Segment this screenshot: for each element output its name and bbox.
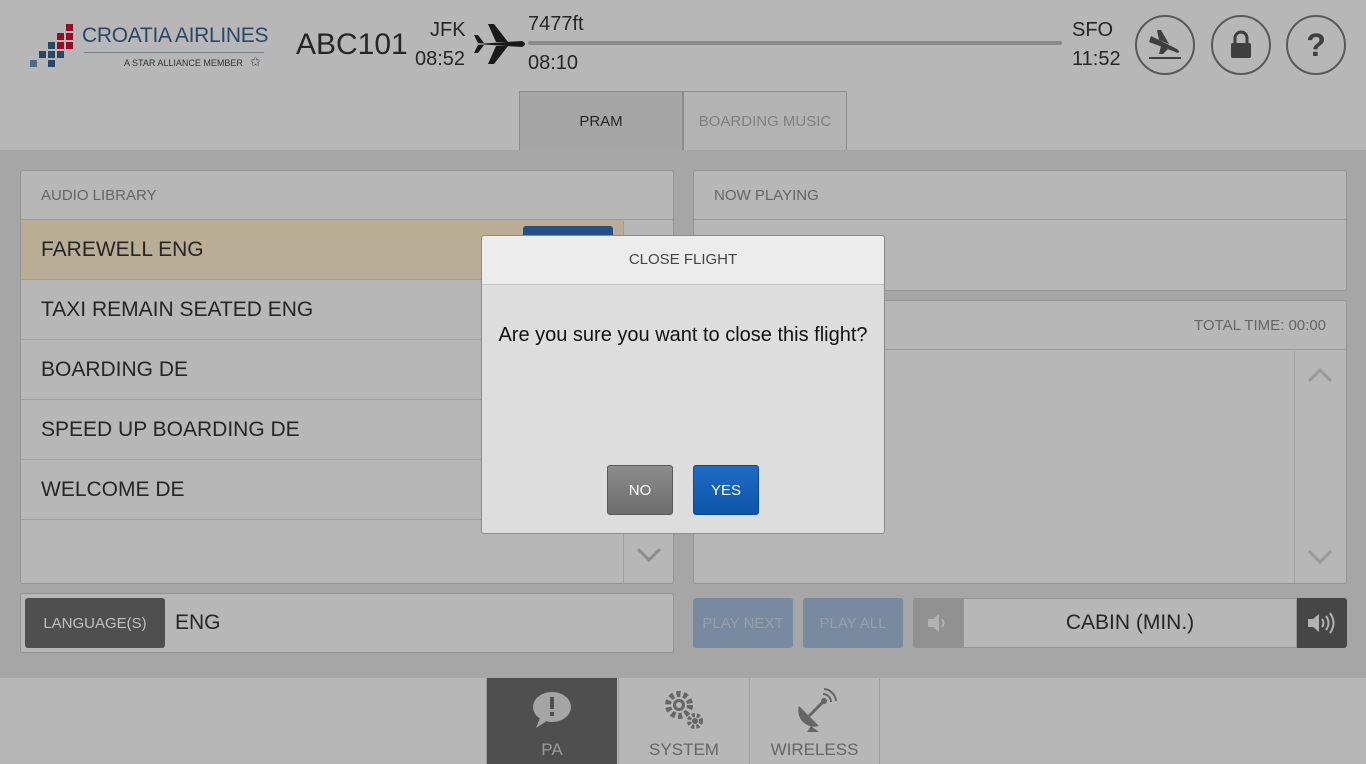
close-flight-dialog: CLOSE FLIGHT Are you sure you want to cl…: [481, 235, 885, 534]
dialog-message: Are you sure you want to close this flig…: [498, 324, 868, 346]
no-button[interactable]: NO: [607, 465, 673, 515]
dialog-title: CLOSE FLIGHT: [482, 236, 884, 285]
yes-button[interactable]: YES: [693, 465, 759, 515]
